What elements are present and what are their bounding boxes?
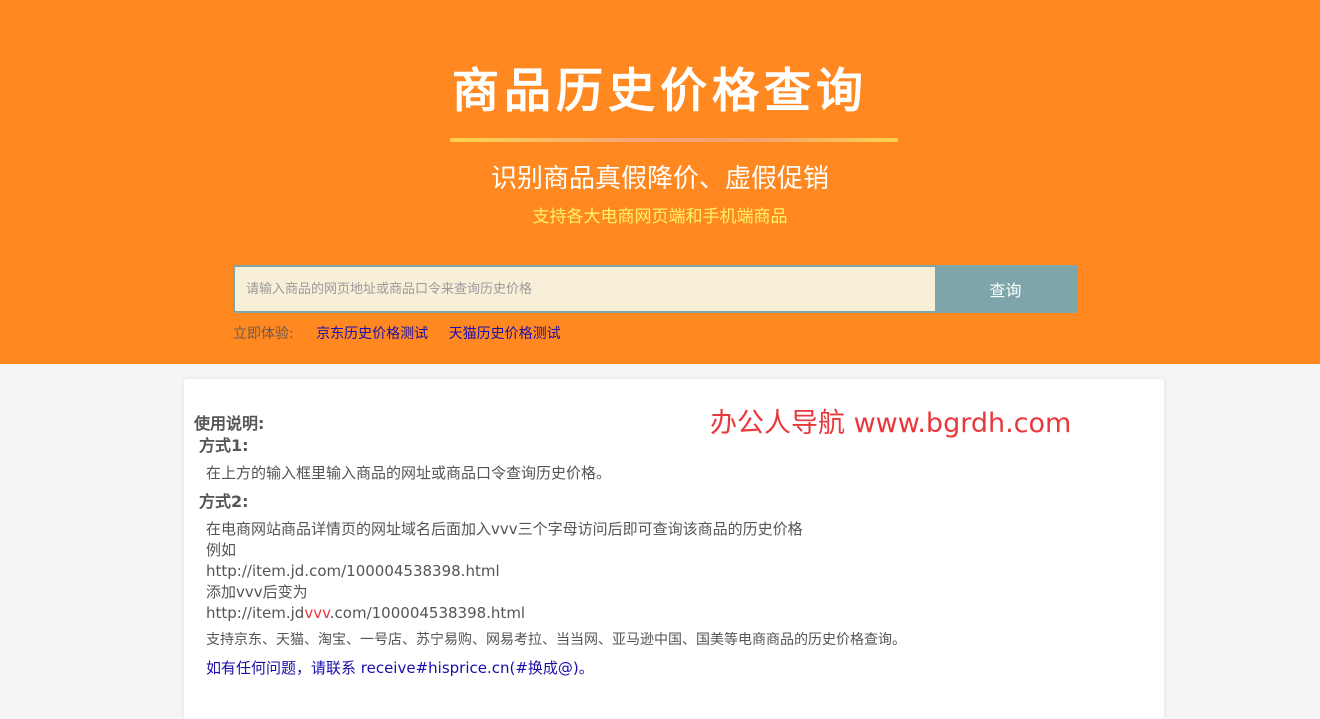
try-label: 立即体验: <box>233 326 294 342</box>
page-title: 商品历史价格查询 <box>452 64 868 119</box>
try-row: 立即体验: 京东历史价格测试 天猫历史价格测试 <box>233 323 561 345</box>
example-url-before: http://item.jd.com/100004538398.html <box>206 562 500 580</box>
hero-banner: 商品历史价格查询 识别商品真假降价、虚假促销 支持各大电商网页端和手机端商品 查… <box>0 0 1320 364</box>
method2-example-label: 例如 <box>206 541 237 559</box>
search-bar: 查询 <box>233 265 1078 313</box>
tmall-test-link[interactable]: 天猫历史价格测试 <box>449 326 561 342</box>
hero-subtitle: 识别商品真假降价、虚假促销 <box>490 164 829 194</box>
usage-title: 使用说明: <box>194 414 265 433</box>
url-after-prefix: http://item.jd <box>206 604 305 622</box>
method1-title: 方式1: <box>199 436 249 455</box>
example-url-after: http://item.jdvvv.com/100004538398.html <box>206 603 525 624</box>
method2-description: 在电商网站商品详情页的网址域名后面加入vvv三个字母访问后即可查询该商品的历史价… <box>206 520 803 538</box>
url-after-highlight: vvv <box>304 604 330 622</box>
method2-title: 方式2: <box>199 492 249 511</box>
supported-sites-text: 支持京东、天猫、淘宝、一号店、苏宁易购、网易考拉、当当网、亚马逊中国、国美等电商… <box>206 632 906 648</box>
instructions-card: 使用说明: 办公人导航 www.bgrdh.com 方式1: 在上方的输入框里输… <box>184 379 1164 719</box>
hero-tagline: 支持各大电商网页端和手机端商品 <box>532 207 788 227</box>
method1-text: 在上方的输入框里输入商品的网址或商品口令查询历史价格。 <box>206 464 612 482</box>
contact-text: 如有任何问题，请联系 receive#hisprice.cn(#换成@)。 <box>206 659 594 677</box>
url-after-suffix: .com/100004538398.html <box>329 604 526 622</box>
jd-test-link[interactable]: 京东历史价格测试 <box>316 326 428 342</box>
method2-after-label: 添加vvv后变为 <box>206 583 308 601</box>
search-input[interactable] <box>235 267 935 311</box>
title-underline <box>450 138 898 142</box>
search-button[interactable]: 查询 <box>935 267 1076 311</box>
watermark-text: 办公人导航 www.bgrdh.com <box>710 408 1072 439</box>
